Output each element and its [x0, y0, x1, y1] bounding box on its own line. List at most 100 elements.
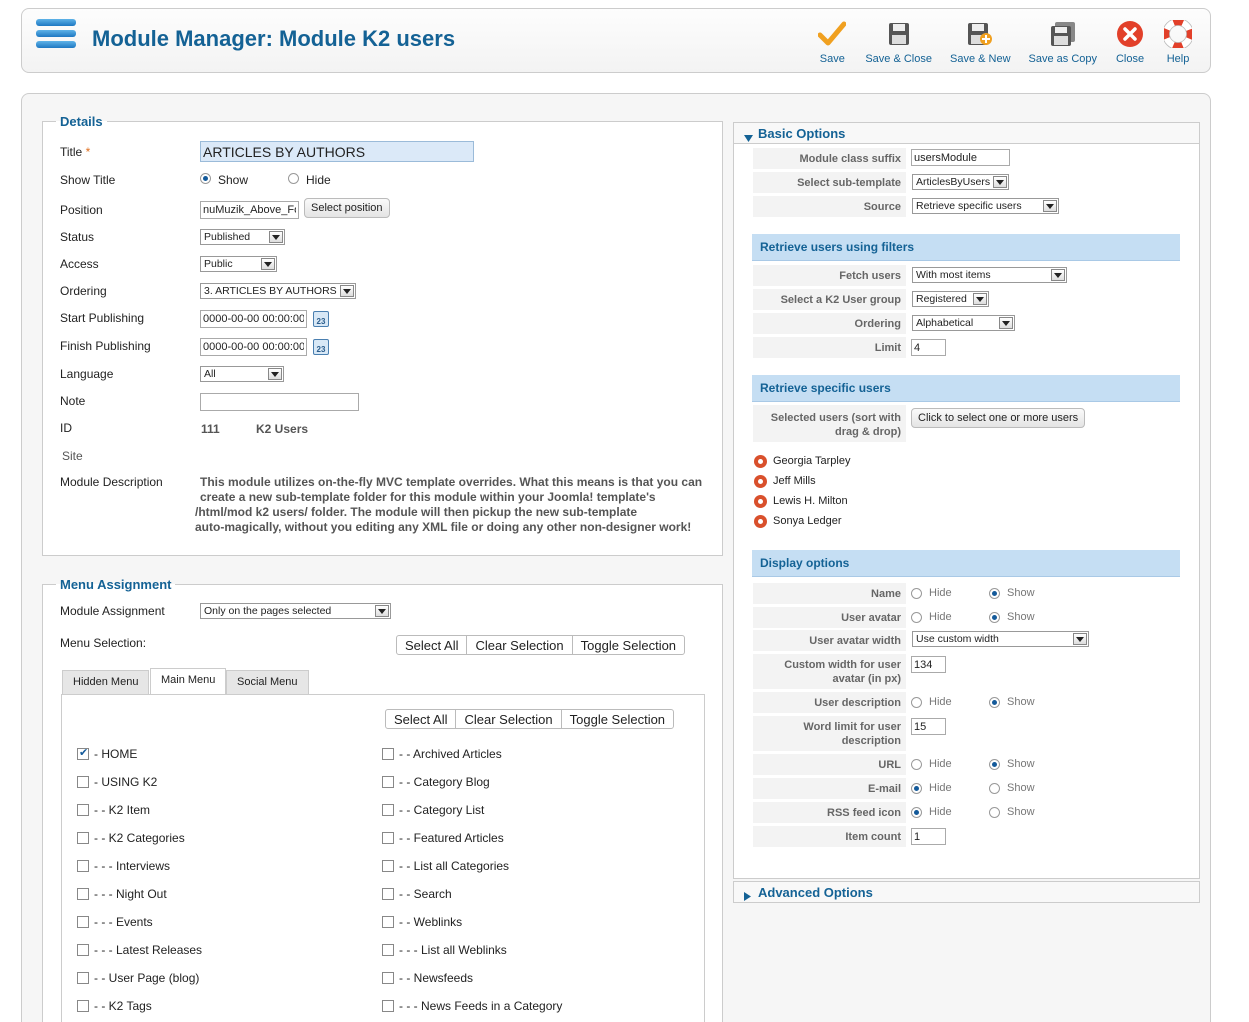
hide-radio[interactable]	[911, 807, 922, 818]
menu-item-checkbox[interactable]	[77, 1000, 89, 1012]
menu-item-checkbox[interactable]	[382, 748, 394, 760]
user-group-label: Select a K2 User group	[753, 289, 906, 311]
selected-user-item[interactable]: Lewis H. Milton	[754, 495, 934, 509]
language-select[interactable]: All	[200, 366, 284, 382]
tab-main-menu[interactable]: Main Menu	[150, 668, 227, 694]
advanced-options-header[interactable]: Advanced Options	[733, 881, 1200, 903]
menu-item-checkbox[interactable]	[382, 944, 394, 956]
note-input[interactable]	[200, 393, 359, 411]
finish-publishing-label: Finish Publishing	[60, 339, 151, 353]
select-all-button[interactable]: Select All	[397, 636, 468, 654]
close-button[interactable]: Close	[1106, 19, 1154, 65]
show-radio[interactable]	[989, 759, 1000, 770]
menu-item-checkbox[interactable]	[382, 832, 394, 844]
menu-item-checkbox[interactable]	[382, 972, 394, 984]
remove-user-icon[interactable]	[754, 495, 767, 508]
access-label: Access	[60, 257, 99, 271]
tab-hidden-menu[interactable]: Hidden Menu	[62, 670, 150, 694]
menu-item-checkbox[interactable]	[77, 888, 89, 900]
module-assignment-select[interactable]: Only on the pages selected	[200, 603, 391, 619]
floppy-plus-icon	[965, 19, 995, 49]
hide-radio[interactable]	[911, 697, 922, 708]
menu-selection-buttons: Select All Clear Selection Toggle Select…	[396, 635, 686, 655]
selected-user-item[interactable]: Sonya Ledger	[754, 515, 934, 529]
avatar-width-select[interactable]: Use custom width	[912, 631, 1089, 647]
display-option-input[interactable]	[911, 828, 946, 845]
tab-clear-selection-button[interactable]: Clear Selection	[456, 710, 562, 728]
menu-item-checkbox[interactable]	[77, 860, 89, 872]
menu-item-checkbox[interactable]	[382, 776, 394, 788]
tab-social-menu[interactable]: Social Menu	[226, 670, 309, 694]
triangle-down-icon	[744, 130, 753, 145]
basic-options-header[interactable]: Basic Options	[733, 122, 1200, 144]
save-new-button[interactable]: Save & New	[941, 19, 1020, 65]
show-radio[interactable]	[989, 697, 1000, 708]
chevron-down-icon	[999, 317, 1013, 329]
show-title-hide-label: Hide	[306, 173, 331, 187]
chevron-down-icon	[973, 293, 987, 305]
hide-radio[interactable]	[911, 588, 922, 599]
hide-radio-label: Hide	[929, 782, 952, 794]
menu-item-checkbox[interactable]	[77, 832, 89, 844]
selected-user-item[interactable]: Jeff Mills	[754, 475, 934, 489]
select-users-button[interactable]: Click to select one or more users	[911, 408, 1086, 428]
select-position-button[interactable]: Select position	[304, 198, 390, 218]
users-ordering-select[interactable]: Alphabetical	[912, 315, 1015, 331]
user-group-select[interactable]: Registered	[912, 291, 989, 307]
menu-item-checkbox[interactable]	[382, 804, 394, 816]
hide-radio[interactable]	[911, 759, 922, 770]
show-radio[interactable]	[989, 783, 1000, 794]
hide-radio[interactable]	[911, 612, 922, 623]
start-publishing-input[interactable]	[200, 310, 307, 328]
position-input[interactable]	[200, 201, 299, 219]
save-button[interactable]: Save	[808, 19, 856, 65]
menu-item-checkbox[interactable]	[382, 888, 394, 900]
limit-input[interactable]	[911, 339, 946, 356]
remove-user-icon[interactable]	[754, 455, 767, 468]
access-select[interactable]: Public	[200, 256, 277, 272]
menu-item-checkbox[interactable]	[77, 746, 89, 760]
show-radio[interactable]	[989, 588, 1000, 599]
menu-item-checkbox[interactable]	[382, 916, 394, 928]
remove-user-icon[interactable]	[754, 515, 767, 528]
menu-item-label: - HOME	[94, 747, 138, 761]
display-option-input[interactable]	[911, 656, 946, 673]
toggle-selection-button[interactable]: Toggle Selection	[573, 636, 684, 654]
status-select[interactable]: Published	[200, 229, 285, 245]
menu-item-checkbox[interactable]	[77, 804, 89, 816]
clear-selection-button[interactable]: Clear Selection	[467, 636, 573, 654]
menu-item-checkbox[interactable]	[382, 860, 394, 872]
fetch-users-select[interactable]: With most items	[912, 267, 1067, 283]
show-title-show-radio[interactable]	[200, 173, 211, 184]
title-input[interactable]	[200, 141, 474, 162]
display-option-input[interactable]	[911, 718, 946, 735]
display-options-heading: Display options	[752, 550, 1180, 577]
menu-item-checkbox[interactable]	[77, 972, 89, 984]
show-radio[interactable]	[989, 807, 1000, 818]
calendar-icon[interactable]: 23	[313, 339, 329, 355]
class-suffix-label: Module class suffix	[753, 148, 906, 170]
page-title: Module Manager: Module K2 users	[92, 26, 456, 51]
class-suffix-input[interactable]	[911, 149, 1010, 166]
calendar-icon[interactable]: 23	[313, 311, 329, 327]
finish-publishing-input[interactable]	[200, 338, 307, 356]
menu-item-checkbox[interactable]	[382, 1000, 394, 1012]
selected-user-item[interactable]: Georgia Tarpley	[754, 455, 934, 469]
help-button[interactable]: Help	[1154, 19, 1202, 65]
source-select[interactable]: Retrieve specific users	[912, 198, 1059, 214]
subtemplate-select[interactable]: ArticlesByUsers	[912, 174, 1009, 190]
hide-radio[interactable]	[911, 783, 922, 794]
show-title-hide-radio[interactable]	[288, 173, 299, 184]
save-copy-button[interactable]: Save as Copy	[1020, 19, 1106, 65]
tab-select-all-button[interactable]: Select All	[386, 710, 457, 728]
remove-user-icon[interactable]	[754, 475, 767, 488]
menu-item-checkbox[interactable]	[77, 776, 89, 788]
tab-toggle-selection-button[interactable]: Toggle Selection	[562, 710, 673, 728]
show-radio[interactable]	[989, 612, 1000, 623]
menu-item-checkbox[interactable]	[77, 944, 89, 956]
ordering-select[interactable]: 3. ARTICLES BY AUTHORS	[200, 283, 356, 299]
menu-item-checkbox[interactable]	[77, 916, 89, 928]
chevron-down-icon	[261, 258, 275, 270]
chevron-down-icon	[269, 231, 283, 243]
save-close-button[interactable]: Save & Close	[856, 19, 941, 65]
